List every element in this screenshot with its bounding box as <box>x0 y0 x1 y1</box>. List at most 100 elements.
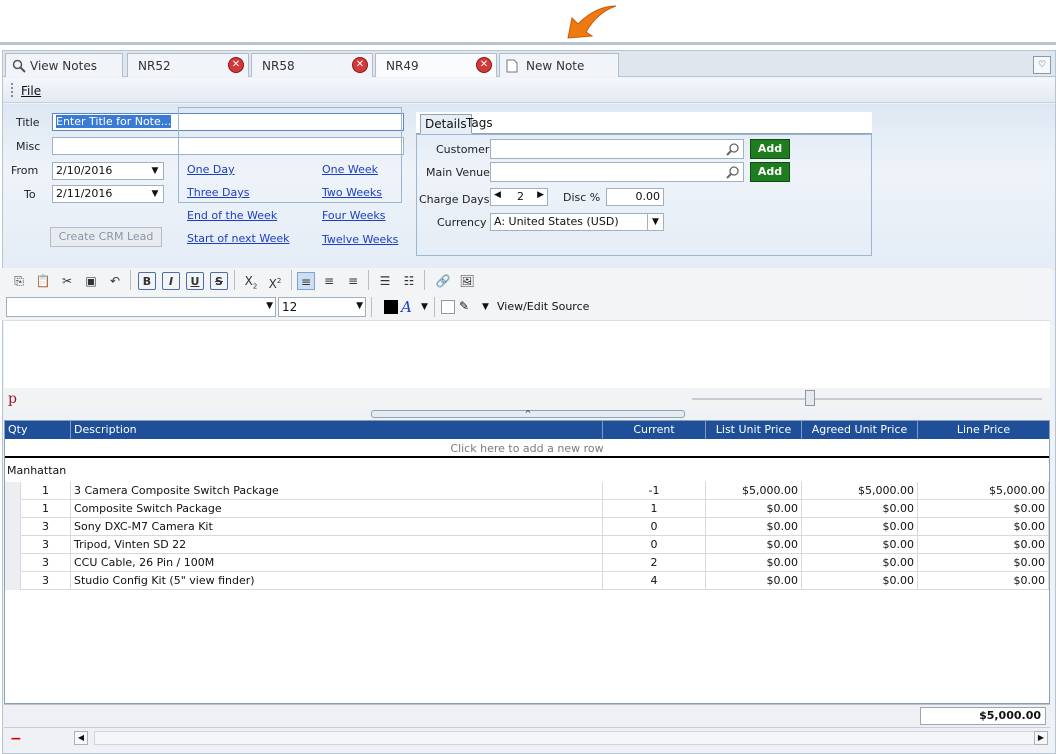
cell-desc[interactable]: Composite Switch Package <box>71 500 603 518</box>
cell-line[interactable]: $0.00 <box>918 572 1049 590</box>
row-indicator[interactable] <box>5 536 21 554</box>
table-row[interactable]: 3 CCU Cable, 26 Pin / 100M 2 $0.00 $0.00 $0.0… <box>5 554 1049 572</box>
cell-agreed[interactable]: $0.00 <box>802 500 918 518</box>
column-header-line-price[interactable]: Line Price <box>918 421 1049 439</box>
to-date-picker[interactable]: 2/11/2016 ▼ <box>52 185 164 203</box>
column-header-description[interactable]: Description <box>71 421 603 439</box>
chevron-down-icon[interactable]: ▼ <box>647 214 663 230</box>
cell-agreed[interactable]: $0.00 <box>802 536 918 554</box>
two-weeks-link[interactable]: Two Weeks <box>322 186 382 199</box>
discount-input[interactable]: 0.00 <box>606 188 664 206</box>
cell-list[interactable]: $5,000.00 <box>706 482 802 500</box>
cell-qty[interactable]: 3 <box>21 518 71 536</box>
align-right-icon[interactable]: ≡ <box>344 272 362 290</box>
zoom-slider-thumb[interactable] <box>805 390 815 406</box>
font-size-select[interactable]: 12 ▼ <box>278 297 366 317</box>
tab-tags[interactable]: Tags <box>462 114 497 134</box>
row-indicator[interactable] <box>5 500 21 518</box>
from-date-picker[interactable]: 2/10/2016 ▼ <box>52 162 164 180</box>
cell-list[interactable]: $0.00 <box>706 536 802 554</box>
cell-avail[interactable]: 0 <box>603 518 706 536</box>
cell-line[interactable]: $0.00 <box>918 554 1049 572</box>
charge-days-stepper[interactable]: ◀ 2 ▶ <box>490 188 548 206</box>
text-color-swatch[interactable] <box>384 300 398 314</box>
row-indicator[interactable] <box>5 572 21 590</box>
subscript-icon[interactable]: X2 <box>242 272 260 290</box>
tab-view-notes[interactable]: View Notes <box>5 53 123 77</box>
tab-list-dropdown-button[interactable]: ♡ <box>1033 56 1051 74</box>
add-venue-button[interactable]: Add <box>750 162 790 182</box>
table-row[interactable]: 1 Composite Switch Package 1 $0.00 $0.00 $0.0… <box>5 500 1049 518</box>
row-indicator[interactable] <box>5 554 21 572</box>
customer-input[interactable] <box>490 139 744 159</box>
table-row[interactable]: 3 Studio Config Kit (5" view finder) 4 $0.0… <box>5 572 1049 590</box>
paste-icon[interactable]: 📋 <box>34 272 52 290</box>
superscript-icon[interactable]: X2 <box>266 272 284 291</box>
cell-line[interactable]: $0.00 <box>918 500 1049 518</box>
cell-agreed[interactable]: $5,000.00 <box>802 482 918 500</box>
cell-desc[interactable]: Studio Config Kit (5" view finder) <box>71 572 603 590</box>
cell-desc[interactable]: 3 Camera Composite Switch Package <box>71 482 603 500</box>
chevron-down-icon[interactable]: ▼ <box>482 302 489 312</box>
scrollbar-track[interactable] <box>94 731 1038 745</box>
decrement-icon[interactable]: ◀ <box>494 190 501 200</box>
remove-row-icon[interactable]: − <box>10 731 22 747</box>
chevron-down-icon[interactable]: ▼ <box>147 163 163 179</box>
currency-select[interactable]: A: United States (USD) ▼ <box>490 213 664 231</box>
cell-line[interactable]: $0.00 <box>918 536 1049 554</box>
add-new-row[interactable]: Click here to add a new row <box>5 440 1049 458</box>
magnifier-icon[interactable] <box>726 142 740 156</box>
row-indicator[interactable] <box>5 482 21 500</box>
four-weeks-link[interactable]: Four Weeks <box>322 209 386 222</box>
panel-splitter[interactable]: ^ <box>371 410 685 418</box>
cell-qty[interactable]: 3 <box>21 554 71 572</box>
row-indicator[interactable] <box>5 518 21 536</box>
cell-avail[interactable]: 4 <box>603 572 706 590</box>
cell-avail[interactable]: 1 <box>603 500 706 518</box>
highlight-color-swatch[interactable] <box>441 300 455 314</box>
column-header-list-price[interactable]: List Unit Price <box>706 421 802 439</box>
file-menu[interactable]: File <box>21 84 41 98</box>
scroll-left-icon[interactable]: ◀ <box>74 731 88 745</box>
main-venue-input[interactable] <box>490 162 744 182</box>
one-day-link[interactable]: One Day <box>187 163 235 176</box>
cell-line[interactable]: $0.00 <box>918 518 1049 536</box>
create-crm-lead-button[interactable]: Create CRM Lead <box>50 227 162 247</box>
image-icon[interactable]: 🖼 <box>458 272 476 290</box>
cell-agreed[interactable]: $0.00 <box>802 554 918 572</box>
cell-avail[interactable]: -1 <box>603 482 706 500</box>
twelve-weeks-link[interactable]: Twelve Weeks <box>322 233 398 246</box>
cell-desc[interactable]: CCU Cable, 26 Pin / 100M <box>71 554 603 572</box>
cell-list[interactable]: $0.00 <box>706 554 802 572</box>
copy-icon[interactable]: ⎘ <box>10 272 28 290</box>
column-header-qty[interactable]: Qty <box>5 421 71 439</box>
cell-line[interactable]: $5,000.00 <box>918 482 1049 500</box>
one-week-link[interactable]: One Week <box>322 163 378 176</box>
strikethrough-icon[interactable]: S <box>210 272 228 290</box>
align-left-icon[interactable]: ≡ <box>297 272 315 290</box>
bullet-list-icon[interactable]: ☰ <box>376 272 394 290</box>
increment-icon[interactable]: ▶ <box>537 190 544 200</box>
view-edit-source-button[interactable]: View/Edit Source <box>497 300 589 313</box>
note-body-editor[interactable] <box>4 320 1050 388</box>
cell-agreed[interactable]: $0.00 <box>802 572 918 590</box>
cell-avail[interactable]: 2 <box>603 554 706 572</box>
chevron-down-icon[interactable]: ▼ <box>421 302 428 312</box>
start-next-week-link[interactable]: Start of next Week <box>187 232 289 245</box>
tab-nr52[interactable]: NR52 ✕ <box>127 53 249 77</box>
cell-desc[interactable]: Sony DXC-M7 Camera Kit <box>71 518 603 536</box>
cut-icon[interactable]: ✂ <box>58 272 76 290</box>
cell-qty[interactable]: 3 <box>21 572 71 590</box>
cell-list[interactable]: $0.00 <box>706 572 802 590</box>
bold-icon[interactable]: B <box>138 272 156 290</box>
tab-nr58[interactable]: NR58 ✕ <box>251 53 373 77</box>
chevron-down-icon[interactable]: ▼ <box>147 186 163 202</box>
horizontal-scrollbar[interactable]: − ◀ ▶ <box>4 727 1050 747</box>
link-icon[interactable]: 🔗 <box>434 272 452 290</box>
cell-qty[interactable]: 3 <box>21 536 71 554</box>
table-row[interactable]: 3 Tripod, Vinten SD 22 0 $0.00 $0.00 $0.00 <box>5 536 1049 554</box>
add-customer-button[interactable]: Add <box>750 139 790 159</box>
highlight-icon[interactable]: ✎ <box>459 299 469 313</box>
font-color-icon[interactable]: A <box>401 298 412 316</box>
table-row[interactable]: 3 Sony DXC-M7 Camera Kit 0 $0.00 $0.00 $0.00 <box>5 518 1049 536</box>
